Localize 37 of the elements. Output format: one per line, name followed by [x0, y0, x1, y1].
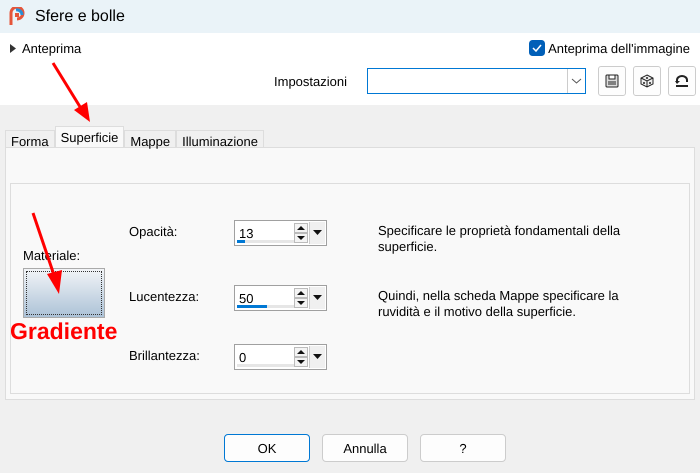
checkbox[interactable] — [529, 40, 546, 56]
description-text: Specificare le proprietà fondamentali della superficie. — [378, 222, 622, 255]
spinner-arrows-icon[interactable] — [294, 223, 308, 243]
description-text: Quindi, nella scheda Mappe specificare la ruvidità e il motivo della superficie. — [378, 287, 620, 320]
spinner-arrows-icon[interactable] — [294, 288, 308, 308]
number-field[interactable]: 13 — [234, 220, 327, 246]
save-icon — [604, 73, 620, 89]
save-button[interactable] — [598, 66, 626, 96]
undo-arrow-button[interactable] — [668, 66, 696, 96]
tab[interactable]: Forma — [5, 130, 55, 147]
field-label: Brillantezza: — [129, 347, 201, 363]
dialog-button[interactable]: OK — [224, 434, 310, 462]
field-value: 13 — [239, 226, 254, 241]
number-field[interactable]: 0 — [234, 344, 327, 370]
window-title: Sfere e bolle — [35, 8, 125, 26]
field-label: Opacità: — [129, 223, 178, 239]
field-value: 0 — [239, 350, 246, 365]
annotation-arrow — [52, 62, 90, 122]
number-field[interactable]: 50 — [234, 285, 327, 311]
tab[interactable]: Superficie — [54, 126, 124, 147]
undo-arrow-icon — [674, 73, 690, 89]
app-logo-icon — [8, 7, 25, 26]
gradient-swatch[interactable] — [23, 268, 105, 318]
annotation-text: Gradiente — [10, 318, 118, 345]
field-label: Lucentezza: — [129, 288, 200, 304]
dice-button[interactable] — [633, 66, 661, 96]
settings-label: Impostazioni — [274, 74, 347, 88]
tab[interactable]: Illuminazione — [176, 130, 264, 147]
dialog-button[interactable]: Annulla — [322, 434, 408, 462]
dice-icon — [639, 73, 655, 89]
preview-expander[interactable]: Anteprima — [10, 40, 82, 56]
field-value: 50 — [239, 291, 254, 306]
dialog-button[interactable]: ? — [420, 434, 506, 462]
checkbox-label: Anteprima dell'immagine — [548, 40, 690, 56]
spinner-arrows-icon[interactable] — [294, 347, 308, 367]
tab[interactable]: Mappe — [124, 130, 176, 147]
settings-dropdown[interactable] — [367, 68, 586, 94]
